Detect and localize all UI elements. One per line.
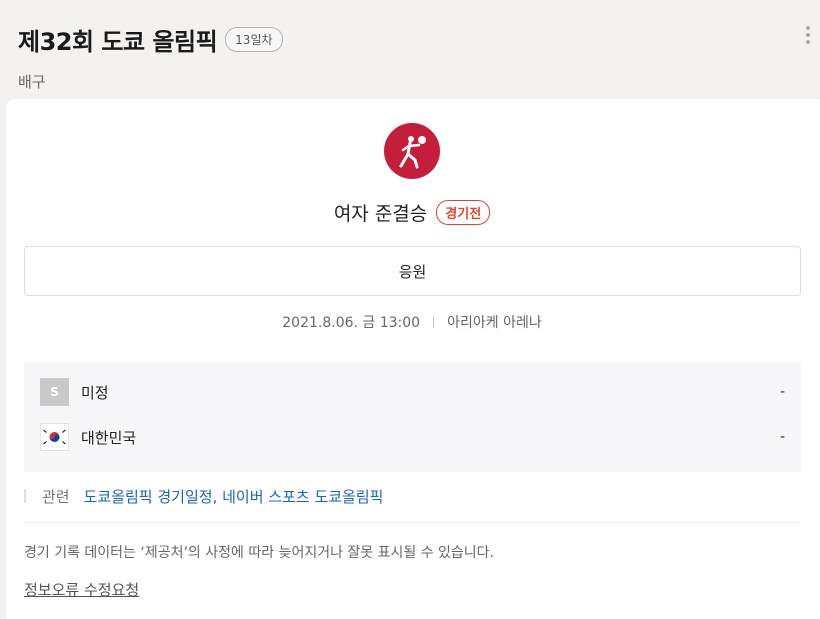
team-name: 미정 [81, 383, 109, 402]
info-divider [433, 316, 435, 328]
status-badge: 경기전 [436, 200, 491, 225]
teams-panel: S 미정 - 대한민국 - [24, 362, 801, 472]
section-divider [24, 522, 801, 523]
team-row[interactable]: 대한민국 - [40, 423, 785, 451]
team-row[interactable]: S 미정 - [40, 378, 785, 406]
match-card: 여자 준결승 경기전 응원 2021.8.06. 금 13:00 아리아케 아레… [6, 99, 820, 619]
related-label: 관련 [42, 487, 70, 506]
page-title: 제32회 도쿄 올림픽 [18, 28, 218, 56]
related-links: 관련 도쿄올림픽 경기일정, 네이버 스포츠 도쿄올림픽 [24, 485, 383, 507]
match-venue: 아리아케 아레나 [447, 315, 542, 331]
volleyball-icon [384, 123, 440, 179]
more-options-icon[interactable] [804, 26, 812, 46]
match-info: 2021.8.06. 금 13:00 아리아케 아레나 [6, 312, 818, 332]
header: 제32회 도쿄 올림픽 13일차 배구 [18, 22, 820, 92]
cheer-button[interactable]: 응원 [24, 246, 801, 296]
match-title-row: 여자 준결승 경기전 [6, 199, 818, 226]
korea-flag-icon [40, 423, 69, 451]
day-badge: 13일차 [225, 27, 283, 52]
data-notice: 경기 기록 데이터는 ‘제공처’의 사정에 따라 늦어지거나 잘못 표시될 수 … [24, 545, 495, 561]
match-title: 여자 준결승 [333, 203, 428, 225]
related-link[interactable]: 도쿄올림픽 경기일정, 네이버 스포츠 도쿄올림픽 [84, 486, 384, 507]
report-error-link[interactable]: 정보오류 수정요청 [24, 579, 139, 600]
undecided-team-icon: S [40, 378, 69, 406]
title-row: 제32회 도쿄 올림픽 13일차 [18, 22, 820, 57]
sport-subtitle: 배구 [18, 73, 46, 91]
team-score: - [779, 429, 785, 445]
team-name: 대한민국 [81, 428, 137, 447]
team-score: - [779, 384, 785, 400]
related-divider [24, 489, 26, 503]
match-datetime: 2021.8.06. 금 13:00 [282, 315, 421, 331]
